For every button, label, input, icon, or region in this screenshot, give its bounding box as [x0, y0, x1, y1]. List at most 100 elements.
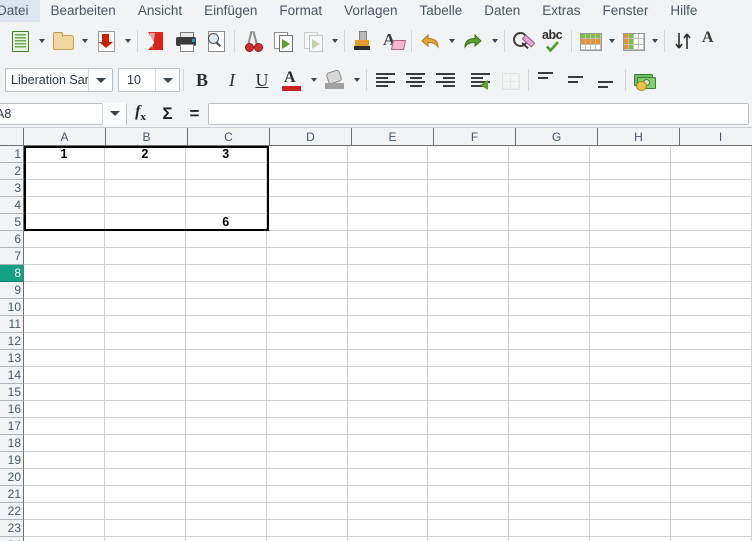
cell-H12[interactable] — [590, 333, 671, 350]
align-center-icon[interactable] — [400, 65, 430, 95]
name-box[interactable]: A8 — [0, 103, 127, 125]
font-size-dropdown-icon[interactable] — [155, 69, 179, 91]
row-header-5[interactable]: 5 — [0, 214, 24, 231]
spelling-icon[interactable]: abc — [538, 26, 568, 56]
cell-F16[interactable] — [428, 401, 509, 418]
name-box-dropdown-icon[interactable] — [102, 103, 126, 125]
cell-C15[interactable] — [186, 384, 267, 401]
cell-C14[interactable] — [186, 367, 267, 384]
cell-A15[interactable] — [24, 384, 105, 401]
cell-F21[interactable] — [428, 486, 509, 503]
cell-B1[interactable]: 2 — [105, 146, 186, 163]
cell-B3[interactable] — [105, 180, 186, 197]
cell-D9[interactable] — [267, 282, 348, 299]
cell-H4[interactable] — [590, 197, 671, 214]
cell-F5[interactable] — [428, 214, 509, 231]
cell-A1[interactable]: 1 — [24, 146, 105, 163]
cell-H18[interactable] — [590, 435, 671, 452]
cell-I16[interactable] — [671, 401, 752, 418]
cell-G2[interactable] — [509, 163, 590, 180]
cell-G22[interactable] — [509, 503, 590, 520]
cell-I6[interactable] — [671, 231, 752, 248]
paste-dropdown-icon[interactable] — [328, 26, 341, 56]
cell-H5[interactable] — [590, 214, 671, 231]
highlighting-color-icon[interactable] — [320, 65, 350, 95]
export-pdf-icon[interactable] — [141, 26, 171, 56]
cell-G6[interactable] — [509, 231, 590, 248]
cell-G21[interactable] — [509, 486, 590, 503]
cell-F22[interactable] — [428, 503, 509, 520]
cell-I8[interactable] — [671, 265, 752, 282]
column-header-i[interactable]: I — [680, 128, 752, 146]
menu-vorlagen[interactable]: Vorlagen — [333, 0, 408, 22]
cell-A18[interactable] — [24, 435, 105, 452]
cell-E10[interactable] — [348, 299, 429, 316]
cell-C20[interactable] — [186, 469, 267, 486]
cell-G4[interactable] — [509, 197, 590, 214]
cell-H21[interactable] — [590, 486, 671, 503]
cell-I14[interactable] — [671, 367, 752, 384]
cell-H11[interactable] — [590, 316, 671, 333]
cell-E6[interactable] — [348, 231, 429, 248]
cell-E12[interactable] — [348, 333, 429, 350]
insert-row-icon[interactable] — [575, 26, 605, 56]
cell-F4[interactable] — [428, 197, 509, 214]
cell-E16[interactable] — [348, 401, 429, 418]
row-header-12[interactable]: 12 — [0, 333, 24, 350]
sum-icon[interactable]: Σ — [154, 102, 181, 126]
cell-B15[interactable] — [105, 384, 186, 401]
cell-B20[interactable] — [105, 469, 186, 486]
cell-F13[interactable] — [428, 350, 509, 367]
open-document-icon[interactable] — [48, 26, 78, 56]
cell-C18[interactable] — [186, 435, 267, 452]
row-header-21[interactable]: 21 — [0, 486, 24, 503]
cell-H19[interactable] — [590, 452, 671, 469]
cell-B19[interactable] — [105, 452, 186, 469]
cell-B14[interactable] — [105, 367, 186, 384]
menu-daten[interactable]: Daten — [473, 0, 531, 22]
cell-A13[interactable] — [24, 350, 105, 367]
cell-D4[interactable] — [267, 197, 348, 214]
cell-I3[interactable] — [671, 180, 752, 197]
cell-F15[interactable] — [428, 384, 509, 401]
insert-row-dropdown-icon[interactable] — [605, 26, 618, 56]
cell-G24[interactable] — [509, 537, 590, 541]
column-header-d[interactable]: D — [270, 128, 352, 146]
save-document-icon[interactable] — [91, 26, 121, 56]
cell-B17[interactable] — [105, 418, 186, 435]
new-document-dropdown-icon[interactable] — [35, 26, 48, 56]
cell-F14[interactable] — [428, 367, 509, 384]
cell-I13[interactable] — [671, 350, 752, 367]
font-name-dropdown-icon[interactable] — [88, 69, 112, 91]
cell-D13[interactable] — [267, 350, 348, 367]
cell-G3[interactable] — [509, 180, 590, 197]
cell-H22[interactable] — [590, 503, 671, 520]
cell-B12[interactable] — [105, 333, 186, 350]
cell-G11[interactable] — [509, 316, 590, 333]
cell-G18[interactable] — [509, 435, 590, 452]
cell-I19[interactable] — [671, 452, 752, 469]
row-header-17[interactable]: 17 — [0, 418, 24, 435]
cell-D5[interactable] — [267, 214, 348, 231]
cell-E15[interactable] — [348, 384, 429, 401]
cell-D21[interactable] — [267, 486, 348, 503]
cell-I10[interactable] — [671, 299, 752, 316]
align-right-icon[interactable] — [430, 65, 460, 95]
menu-extras[interactable]: Extras — [531, 0, 591, 22]
spreadsheet-grid[interactable]: A B C D E F G H I 1234567891011121314151… — [0, 128, 752, 541]
cell-H17[interactable] — [590, 418, 671, 435]
cell-F1[interactable] — [428, 146, 509, 163]
menu-tabelle[interactable]: Tabelle — [408, 0, 473, 22]
cell-G17[interactable] — [509, 418, 590, 435]
cell-H10[interactable] — [590, 299, 671, 316]
cell-I5[interactable] — [671, 214, 752, 231]
cell-D2[interactable] — [267, 163, 348, 180]
cell-E17[interactable] — [348, 418, 429, 435]
cell-E4[interactable] — [348, 197, 429, 214]
cell-D3[interactable] — [267, 180, 348, 197]
menu-bearbeiten[interactable]: Bearbeiten — [40, 0, 127, 22]
cell-C21[interactable] — [186, 486, 267, 503]
row-header-13[interactable]: 13 — [0, 350, 24, 367]
row-header-8[interactable]: 8 — [0, 265, 24, 282]
cell-G10[interactable] — [509, 299, 590, 316]
